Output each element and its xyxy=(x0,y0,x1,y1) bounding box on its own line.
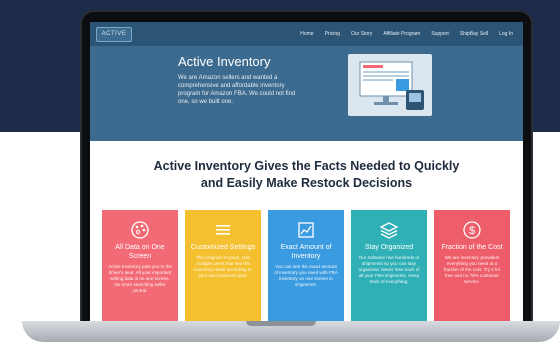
card-text: The program is yours. Use multiple users… xyxy=(194,255,252,278)
feature-card-fraction-of-cost[interactable]: $ Fraction of the Cost We are inventory … xyxy=(434,210,510,321)
card-text: We are inventory providers everything yo… xyxy=(443,255,501,284)
hero-section: Active Inventory We are Amazon sellers a… xyxy=(90,46,523,141)
card-title: All Data on One Screen xyxy=(115,244,165,260)
nav-link-our-story[interactable]: Our Story xyxy=(351,31,372,37)
card-text: Active Inventory puts you in the driver'… xyxy=(108,264,172,293)
card-title: Customized Settings xyxy=(190,244,256,251)
card-title: Fraction of the Cost xyxy=(441,244,503,251)
nav-links: Home Pricing Our Story Affiliate Program… xyxy=(300,22,513,46)
card-text: Our software has hundreds of shipments s… xyxy=(358,255,420,284)
chart-icon xyxy=(298,222,314,238)
card-text: You can see the exact amount of inventor… xyxy=(274,264,338,287)
nav-link-shipbay[interactable]: ShipBay Sell xyxy=(460,31,488,37)
hero-text: We are Amazon sellers and wanted a compr… xyxy=(178,75,296,105)
headline-line-2: and Easily Make Restock Decisions xyxy=(200,176,413,190)
svg-text:$: $ xyxy=(469,225,475,237)
nav-link-affiliate-program[interactable]: Affiliate Program xyxy=(383,31,420,37)
site-navigation-bar: ACTIVE Home Pricing Our Story Affiliate … xyxy=(90,22,523,46)
laptop-screen: ACTIVE Home Pricing Our Story Affiliate … xyxy=(90,22,523,321)
nav-link-log-in[interactable]: Log In xyxy=(499,31,513,37)
nav-link-pricing[interactable]: Pricing xyxy=(325,31,340,37)
headline: Active Inventory Gives the Facts Needed … xyxy=(108,158,505,192)
feature-card-exact-inventory[interactable]: Exact Amount of Inventory You can see th… xyxy=(268,210,344,321)
feature-card-stay-organized[interactable]: Stay Organized Our software has hundreds… xyxy=(351,210,427,321)
nav-link-home[interactable]: Home xyxy=(300,31,313,37)
dollar-icon: $ xyxy=(463,221,481,239)
card-title: Stay Organized xyxy=(364,244,414,251)
menu-lines-icon xyxy=(216,225,230,235)
dashboard-illustration xyxy=(348,54,432,116)
headline-line-1: Active Inventory Gives the Facts Needed … xyxy=(153,159,460,173)
feature-card-customized-settings[interactable]: Customized Settings The program is yours… xyxy=(185,210,261,321)
layers-icon xyxy=(379,222,399,239)
hero-title: Active Inventory xyxy=(178,54,271,69)
feature-cards: All Data on One Screen Active Inventory … xyxy=(102,210,512,321)
card-title: Exact Amount of Inventory xyxy=(280,244,332,260)
feature-card-all-data[interactable]: All Data on One Screen Active Inventory … xyxy=(102,210,178,321)
palette-icon xyxy=(131,221,149,239)
nav-link-support[interactable]: Support xyxy=(431,31,449,37)
laptop-notch xyxy=(246,321,316,326)
site-logo[interactable]: ACTIVE xyxy=(96,27,132,42)
